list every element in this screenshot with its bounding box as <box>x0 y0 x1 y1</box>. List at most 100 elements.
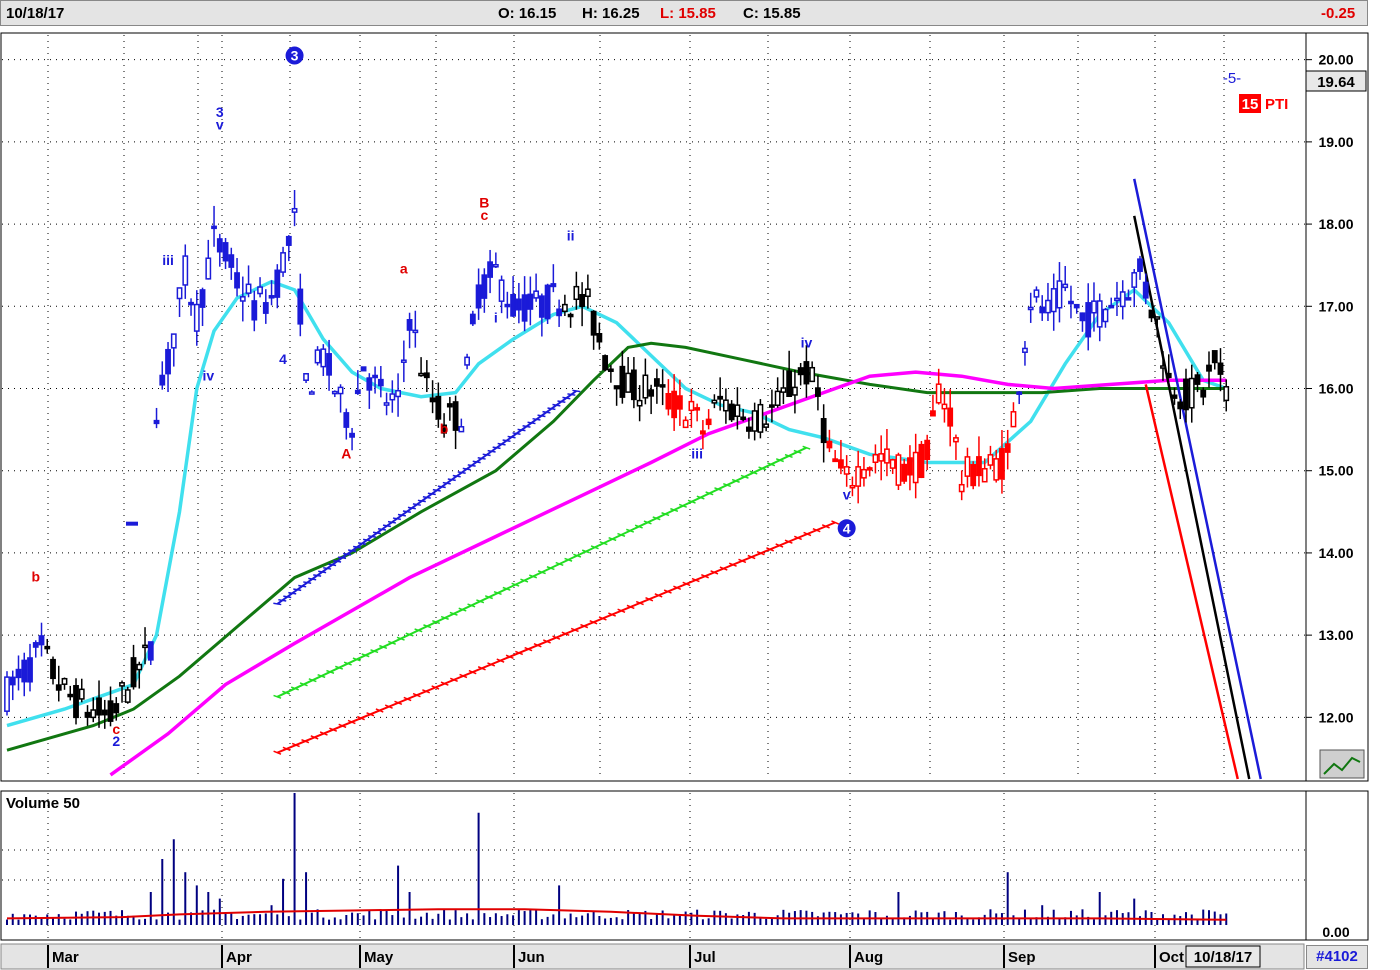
candle-body <box>1045 299 1051 314</box>
candle-body <box>274 269 281 298</box>
candle-body <box>262 302 269 314</box>
candle-body <box>561 303 568 313</box>
volume-zero-tick: 0.00 <box>1322 924 1349 940</box>
candle-body <box>291 207 298 213</box>
candle-body <box>1183 378 1189 411</box>
wave-label: 4 <box>279 351 287 367</box>
candle-body <box>745 426 752 432</box>
date-cursor-text: 10/18/17 <box>1194 949 1252 966</box>
candle-body <box>1004 443 1011 453</box>
price-tick-label: 12.00 <box>1318 709 1353 725</box>
candle-body <box>423 372 430 379</box>
candle-body <box>826 440 833 449</box>
candle-body <box>1073 303 1080 309</box>
candle-body <box>487 261 494 278</box>
candle-body <box>504 303 511 308</box>
candle-body <box>843 466 850 475</box>
candle-body <box>372 374 378 379</box>
candle-body <box>935 383 942 404</box>
candle-body <box>711 399 718 404</box>
candle-body <box>947 407 954 427</box>
candle-body <box>981 468 988 483</box>
candle-body <box>239 296 246 302</box>
month-label: Jul <box>694 949 716 966</box>
candle-body <box>285 235 292 246</box>
candle-body <box>671 390 678 419</box>
candle-body <box>768 404 775 408</box>
candle-body <box>515 298 522 311</box>
candle-body <box>630 369 637 401</box>
candle-body <box>993 458 1000 481</box>
month-label: Oct <box>1159 949 1184 966</box>
price-tick-label: 18.00 <box>1318 216 1353 232</box>
candle-body <box>1022 347 1028 353</box>
candle-body <box>331 390 338 395</box>
candle-body <box>544 284 551 320</box>
volume-title: Volume 50 <box>6 795 80 812</box>
candle-body <box>780 387 787 393</box>
wave-label: c <box>480 207 488 223</box>
candle-body <box>878 453 885 462</box>
candle-body <box>999 448 1005 480</box>
price-tick-label: 16.00 <box>1318 381 1353 397</box>
price-tick-label: 20.00 <box>1318 52 1353 68</box>
candle-body <box>803 361 810 385</box>
candle-body <box>165 348 171 375</box>
candle-body <box>216 238 223 253</box>
month-label: Mar <box>52 949 79 966</box>
candle-body <box>1148 309 1155 319</box>
candle-body <box>1217 362 1224 375</box>
candle-body <box>159 374 166 386</box>
candle-body <box>556 308 563 317</box>
candle-body <box>602 355 609 371</box>
candle-body <box>861 468 867 479</box>
wave-label: iv <box>801 334 813 350</box>
candle-body <box>1091 300 1097 314</box>
candle-body <box>653 378 660 387</box>
candle-body <box>469 313 476 325</box>
candle-body <box>1165 372 1172 379</box>
candle-body <box>964 456 971 477</box>
candle-body <box>722 399 729 412</box>
candle-body <box>1114 297 1120 302</box>
candle-body <box>400 359 407 363</box>
candle-body <box>676 395 683 410</box>
candle-body <box>366 377 373 391</box>
candle-body <box>688 400 695 412</box>
candle-body <box>153 419 160 425</box>
month-label: Sep <box>1008 949 1036 966</box>
candle-body <box>1085 302 1092 338</box>
candle-body <box>498 279 505 302</box>
candle-body <box>119 682 125 687</box>
candle-body <box>1039 306 1046 314</box>
candle-body <box>90 709 97 719</box>
candle-body <box>849 484 856 489</box>
candle-body <box>67 693 74 698</box>
candle-body <box>579 294 586 308</box>
candle-body <box>607 368 614 372</box>
candle-body <box>1206 364 1212 372</box>
price-chart[interactable]: 20.0019.0018.0017.0016.0015.0014.0013.00… <box>0 0 1400 970</box>
candle-body <box>1211 350 1218 364</box>
candle-body <box>659 384 666 388</box>
candle-body <box>613 385 620 390</box>
candle-body <box>406 319 413 331</box>
candle-body <box>872 454 879 464</box>
candle-body <box>907 457 913 476</box>
candle-body <box>757 403 764 433</box>
candle-body <box>15 668 22 679</box>
candle-body <box>21 659 28 683</box>
candle-body <box>538 295 545 318</box>
chart-toggle-icon[interactable] <box>1319 749 1365 779</box>
candle-body <box>199 289 206 308</box>
candle-body <box>1068 300 1074 305</box>
wave-label: A <box>341 445 351 461</box>
month-label: May <box>364 949 394 966</box>
candle-body <box>308 391 315 395</box>
candle-body <box>101 709 108 716</box>
candle-body <box>320 348 327 368</box>
candle-body <box>27 657 33 683</box>
candle-body <box>648 389 655 397</box>
price-panel <box>0 32 1369 782</box>
candle-body <box>245 283 252 294</box>
